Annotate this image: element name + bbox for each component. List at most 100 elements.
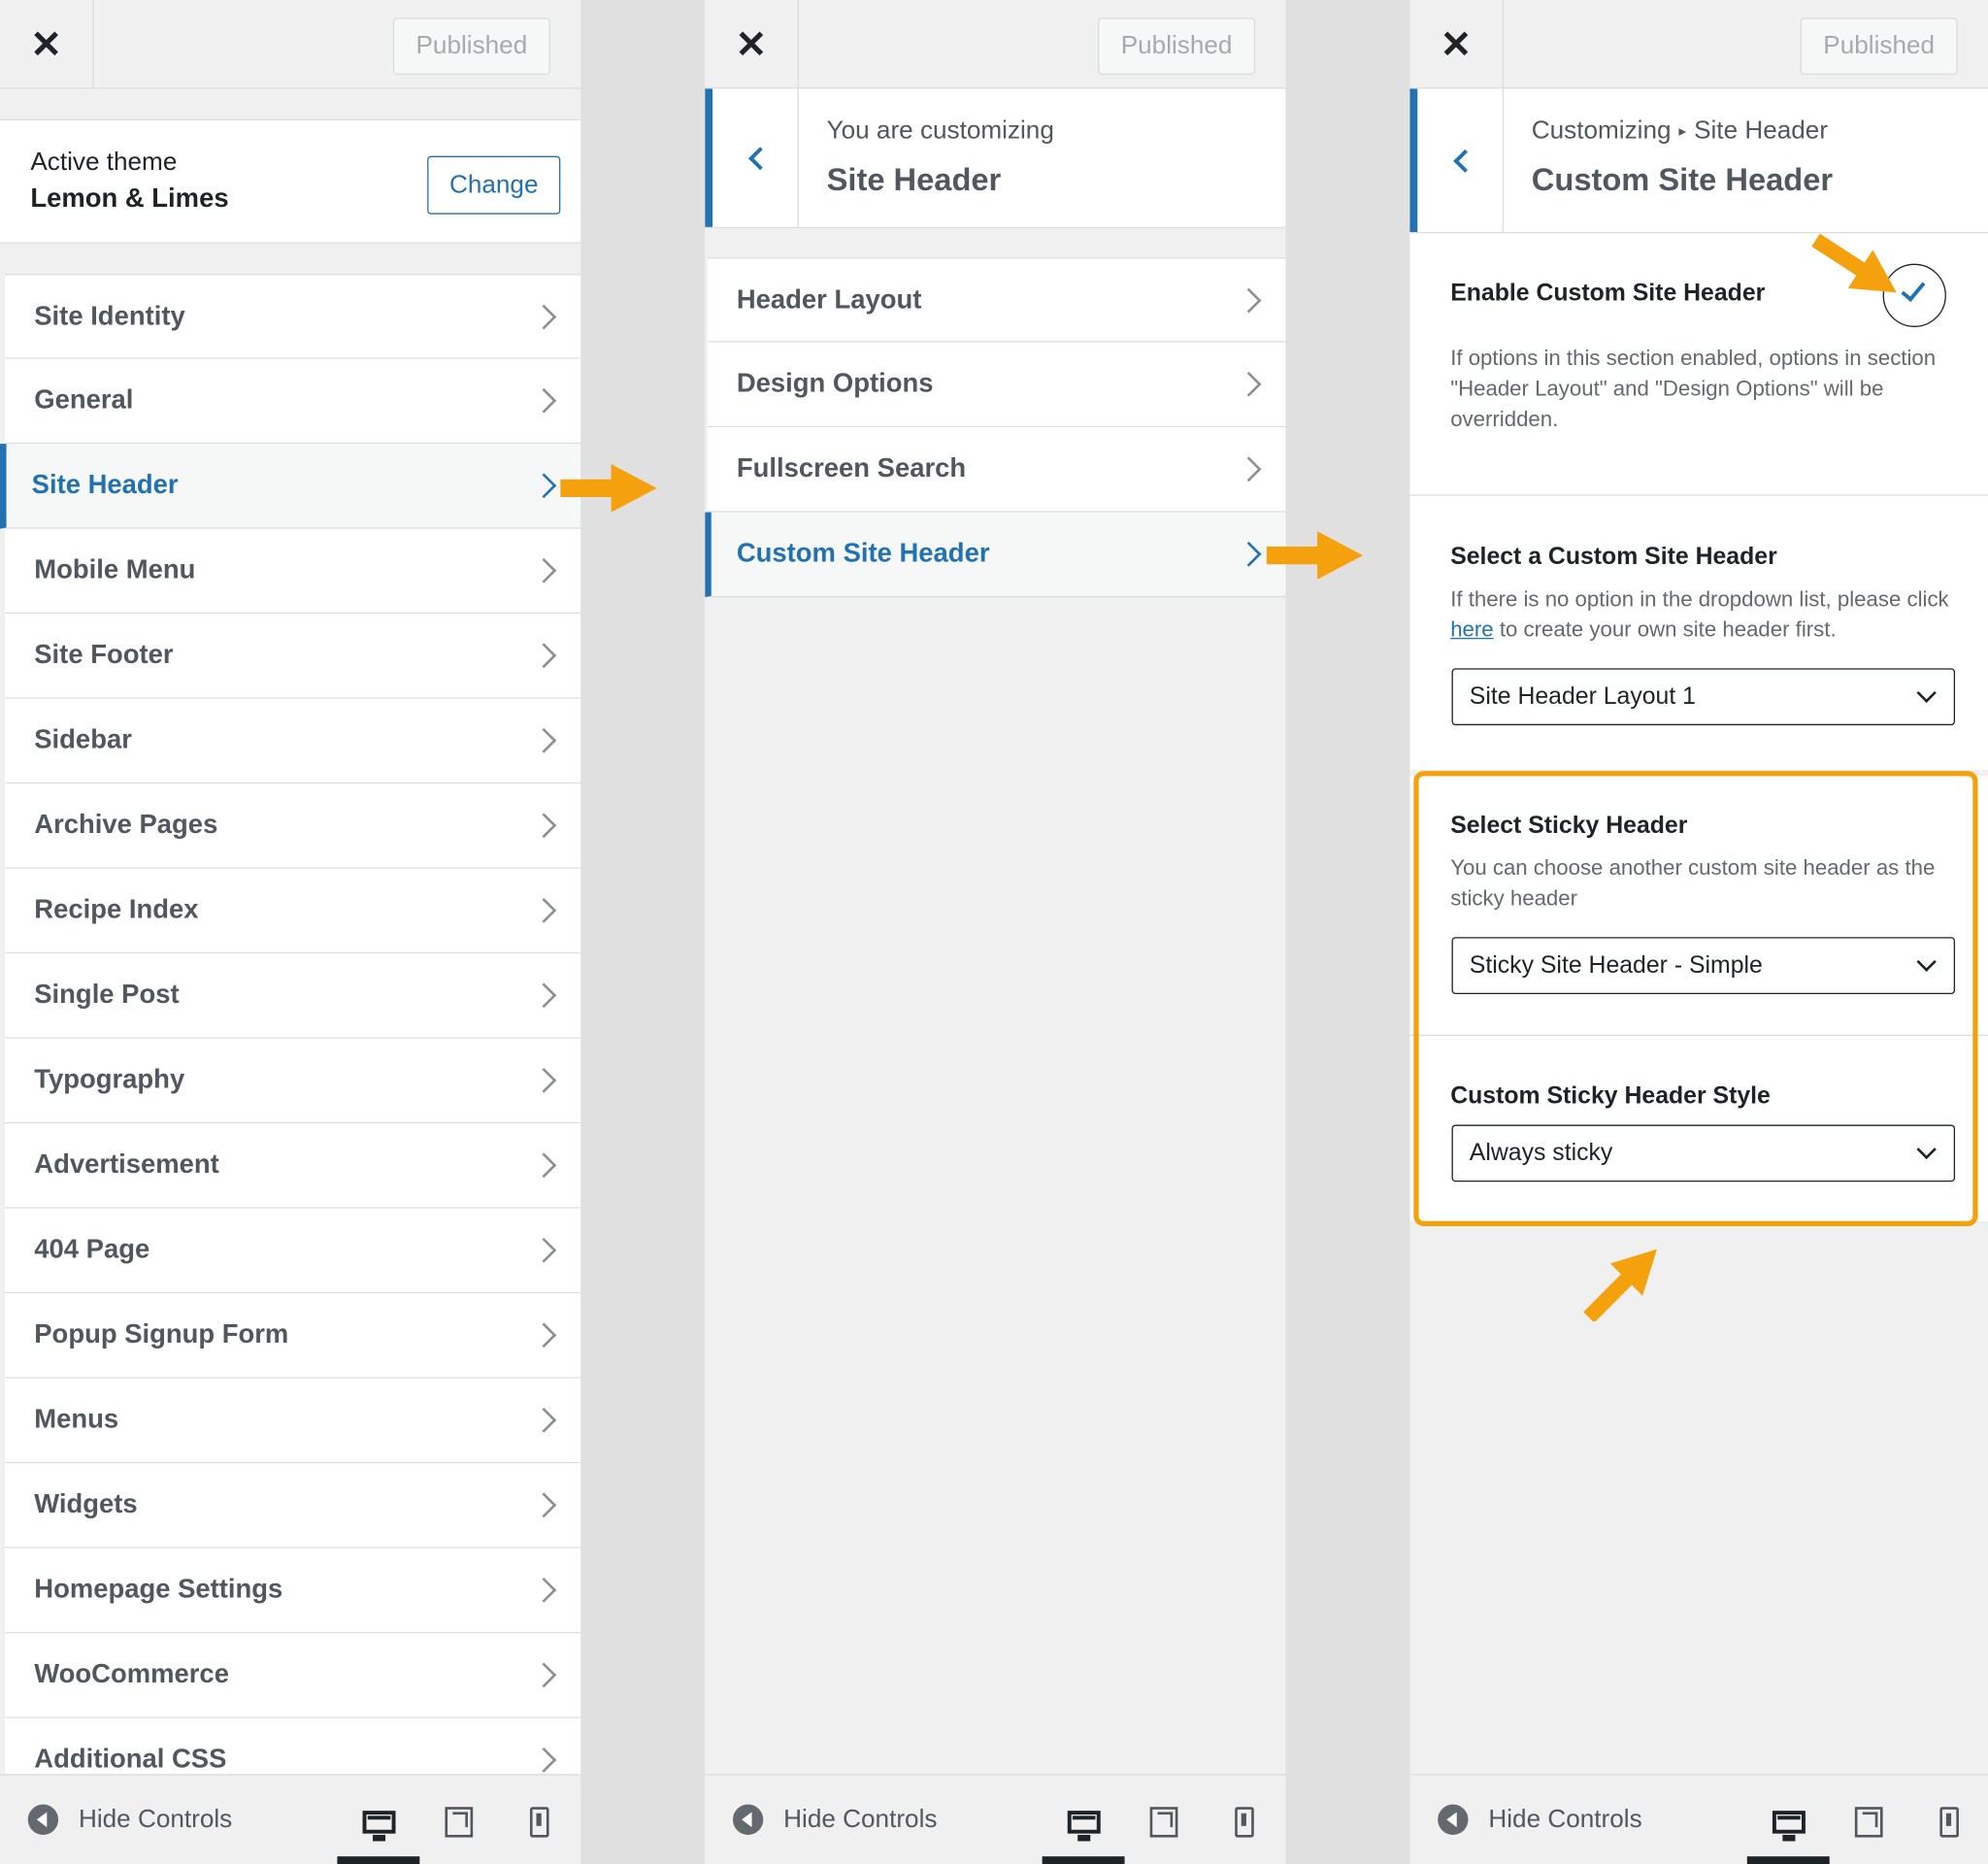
active-device-indicator [337, 1856, 420, 1864]
customizer-topbar: ✕ Published [1409, 0, 1988, 89]
section-item-label: Advertisement [34, 1149, 219, 1180]
customizer-footer: Hide Controls [0, 1774, 581, 1864]
hide-controls-label: Hide Controls [783, 1805, 938, 1833]
chevron-right-icon [531, 1747, 557, 1773]
section-item-404-page[interactable]: 404 Page [5, 1208, 581, 1294]
mobile-icon [529, 1807, 548, 1838]
section-item-archive-pages[interactable]: Archive Pages [5, 783, 581, 869]
desc-text: to create your own site header first. [1493, 617, 1837, 642]
change-theme-button[interactable]: Change [427, 155, 561, 215]
desktop-preview-button[interactable] [1768, 1801, 1810, 1844]
section-item-popup-signup-form[interactable]: Popup Signup Form [5, 1293, 581, 1379]
select-custom-header-control: Select a Custom Site Header If there is … [1409, 495, 1988, 770]
annotation-arrow-diagonal [1583, 1248, 1657, 1321]
chevron-right-icon [531, 1662, 557, 1688]
back-button[interactable] [705, 88, 799, 227]
mobile-preview-button[interactable] [1222, 1801, 1265, 1844]
collapse-icon [27, 1804, 59, 1835]
close-icon[interactable]: ✕ [1409, 0, 1505, 89]
section-item-sidebar[interactable]: Sidebar [5, 698, 581, 784]
section-item-label: WooCommerce [34, 1659, 229, 1689]
section-item-site-identity[interactable]: Site Identity [5, 274, 581, 359]
chevron-right-icon [531, 1577, 557, 1603]
section-item-recipe-index[interactable]: Recipe Index [5, 868, 581, 954]
back-button[interactable] [1409, 88, 1505, 233]
create-header-link[interactable]: here [1450, 617, 1493, 642]
section-item-woocommerce[interactable]: WooCommerce [5, 1633, 581, 1718]
section-item-label: Single Post [34, 980, 180, 1010]
close-icon[interactable]: ✕ [0, 0, 94, 89]
section-item-header-layout[interactable]: Header Layout [707, 257, 1286, 343]
subsection-list: Header Layout Design Options Fullscreen Se… [705, 257, 1286, 598]
section-item-label: Sidebar [34, 725, 132, 755]
desktop-preview-button[interactable] [1063, 1801, 1106, 1844]
tablet-preview-button[interactable] [1143, 1801, 1185, 1844]
chevron-right-icon [531, 982, 557, 1009]
section-item-label: General [34, 385, 134, 416]
hide-controls-label: Hide Controls [1488, 1805, 1642, 1833]
hide-controls-button[interactable]: Hide Controls [1438, 1804, 1642, 1835]
annotation-arrow-right [560, 464, 657, 513]
section-item-site-footer[interactable]: Site Footer [5, 614, 581, 699]
annotation-arrow-diagonal [1811, 233, 1897, 293]
annotation-arrow-right [1266, 531, 1364, 580]
section-item-menus[interactable]: Menus [5, 1378, 581, 1464]
breadcrumb-separator-icon: ▸ [1678, 121, 1687, 140]
section-item-label: 404 Page [34, 1235, 150, 1265]
chevron-right-icon [531, 1407, 557, 1433]
chevron-right-icon [531, 303, 557, 329]
active-theme-name: Lemon & Limes [30, 183, 229, 214]
collapse-icon [732, 1804, 764, 1835]
section-item-advertisement[interactable]: Advertisement [5, 1123, 581, 1209]
section-item-label: Menus [34, 1405, 119, 1435]
section-item-homepage-settings[interactable]: Homepage Settings [5, 1548, 581, 1634]
section-item-label: Archive Pages [34, 810, 218, 840]
customizer-topbar: ✕ Published [705, 0, 1286, 89]
publish-button[interactable]: Published [392, 17, 550, 76]
customizer-panel-site-header: ✕ Published You are customizing Site Hea… [705, 0, 1286, 1864]
close-icon[interactable]: ✕ [705, 0, 799, 89]
section-item-widgets[interactable]: Widgets [5, 1463, 581, 1548]
mobile-icon [1938, 1807, 1959, 1838]
customizer-panel-custom-site-header: ✕ Published Customizing ▸ Site Header Cust… [1409, 0, 1988, 1864]
section-item-label: Typography [34, 1065, 185, 1095]
section-item-label: Design Options [736, 369, 934, 399]
section-item-single-post[interactable]: Single Post [5, 953, 581, 1039]
enable-custom-header-title: Enable Custom Site Header [1450, 280, 1766, 308]
section-item-label: Popup Signup Form [34, 1319, 289, 1349]
section-item-typography[interactable]: Typography [5, 1038, 581, 1124]
section-item-general[interactable]: General [5, 358, 581, 445]
section-item-label: Header Layout [736, 284, 922, 315]
section-item-site-header[interactable]: Site Header [0, 444, 581, 529]
publish-button[interactable]: Published [1800, 17, 1958, 76]
section-item-design-options[interactable]: Design Options [707, 342, 1286, 428]
section-item-fullscreen-search[interactable]: Fullscreen Search [707, 427, 1286, 513]
select-custom-header-description: If there is no option in the dropdown li… [1450, 584, 1950, 646]
tablet-preview-button[interactable] [1847, 1801, 1890, 1844]
desktop-icon [1772, 1811, 1806, 1842]
chevron-left-icon [1453, 149, 1477, 173]
active-device-indicator [1746, 1856, 1830, 1864]
section-header: You are customizing Site Header [705, 88, 1286, 229]
custom-header-select-value: Site Header Layout 1 [1469, 682, 1696, 710]
chevron-right-icon [531, 1067, 557, 1093]
section-item-custom-site-header[interactable]: Custom Site Header [705, 512, 1286, 598]
active-theme-box: Active theme Lemon & Limes Change [0, 118, 581, 244]
mobile-preview-button[interactable] [517, 1801, 560, 1844]
mobile-preview-button[interactable] [1927, 1801, 1970, 1844]
hide-controls-button[interactable]: Hide Controls [732, 1804, 938, 1835]
publish-button[interactable]: Published [1098, 17, 1256, 76]
desktop-preview-button[interactable] [357, 1801, 400, 1844]
chevron-left-icon [748, 146, 773, 170]
chevron-down-icon [1916, 682, 1937, 703]
breadcrumb: Customizing ▸ Site Header [1532, 116, 1828, 146]
section-subtitle: You are customizing [826, 116, 1054, 145]
tablet-icon [1854, 1807, 1883, 1838]
customizer-footer: Hide Controls [705, 1774, 1286, 1864]
active-device-indicator [1042, 1856, 1125, 1864]
custom-header-select[interactable]: Site Header Layout 1 [1451, 668, 1956, 726]
hide-controls-button[interactable]: Hide Controls [27, 1804, 233, 1835]
tablet-preview-button[interactable] [438, 1801, 480, 1844]
section-item-mobile-menu[interactable]: Mobile Menu [5, 528, 581, 615]
annotation-highlight-box [1413, 771, 1978, 1227]
